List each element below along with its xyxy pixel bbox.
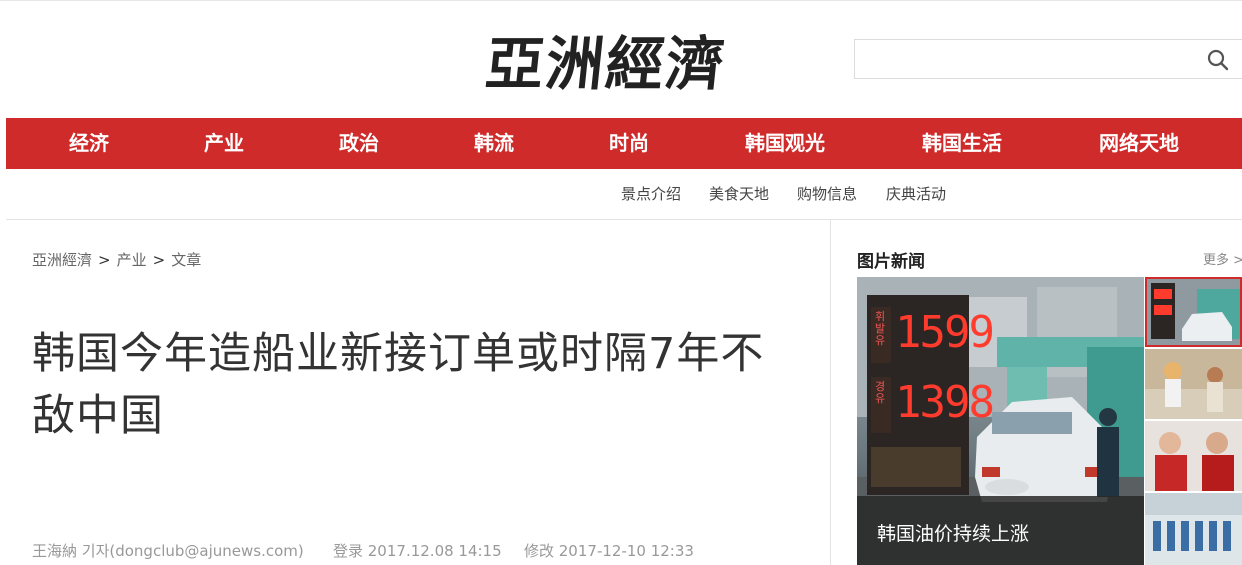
nav-item-economy[interactable]: 经济 — [47, 118, 131, 169]
article-published: 登录 2017.12.08 14:15 — [333, 542, 502, 560]
nav-item-fashion[interactable]: 时尚 — [587, 118, 671, 169]
site-logo[interactable]: 亞洲經濟 — [482, 24, 766, 104]
breadcrumb-separator: > — [98, 251, 111, 269]
article-modified: 修改 2017-12-10 12:33 — [524, 542, 694, 560]
divider — [6, 219, 1242, 220]
thumbnail-image — [1145, 493, 1242, 565]
nav-item-tourism[interactable]: 韩国观光 — [734, 118, 836, 169]
photo-caption[interactable]: 韩国油价持续上涨 — [877, 519, 1029, 546]
nav-item-hallyu[interactable]: 韩流 — [452, 118, 536, 169]
thumbnail-group[interactable] — [1145, 493, 1242, 565]
subnav-item-shopping[interactable]: 购物信息 — [797, 183, 857, 205]
thumbnail-image — [1145, 349, 1242, 419]
featured-photo[interactable]: 휘발유 1599 경유 1398 韩国油价持续上涨 — [857, 277, 1144, 565]
nav-item-politics[interactable]: 政治 — [317, 118, 401, 169]
photo-news-heading: 图片新闻 — [857, 252, 925, 272]
search-box[interactable] — [854, 39, 1242, 79]
breadcrumb-home[interactable]: 亞洲經濟 — [32, 251, 92, 269]
top-border — [0, 0, 1242, 1]
search-icon[interactable] — [1207, 49, 1229, 71]
nav-item-life[interactable]: 韩国生活 — [911, 118, 1013, 169]
thumbnail-torch[interactable] — [1145, 349, 1242, 419]
main-nav: 经济 产业 政治 韩流 时尚 韩国观光 韩国生活 网络天地 — [6, 118, 1242, 169]
nav-item-internet[interactable]: 网络天地 — [1088, 118, 1190, 169]
sign-price-bottom: 1398 — [895, 377, 995, 428]
column-divider — [830, 220, 831, 565]
breadcrumb-current: 文章 — [171, 251, 202, 269]
subnav-item-attractions[interactable]: 景点介绍 — [621, 183, 681, 205]
subnav-item-food[interactable]: 美食天地 — [709, 183, 769, 205]
thumbnail-people[interactable] — [1145, 421, 1242, 491]
sign-label-bottom: 경유 — [875, 380, 886, 405]
article-author: 王海納 기자(dongclub@ajunews.com) — [32, 542, 304, 560]
article-title: 韩国今年造船业新接订单或时隔7年不敌中国 — [32, 329, 765, 441]
breadcrumb-separator: > — [152, 251, 166, 269]
thumbnail-image — [1145, 421, 1242, 491]
sign-label-top: 휘발유 — [875, 310, 886, 347]
thumbnail-image — [1147, 279, 1240, 345]
sign-price-top: 1599 — [895, 307, 995, 358]
search-input[interactable] — [863, 46, 1193, 72]
nav-item-industry[interactable]: 产业 — [182, 118, 266, 169]
thumbnail-gas-station[interactable] — [1145, 277, 1242, 347]
breadcrumb-section[interactable]: 产业 — [117, 251, 147, 269]
breadcrumb: 亞洲經濟 > 产业 > 文章 — [32, 249, 201, 270]
subnav-item-festivals[interactable]: 庆典活动 — [886, 183, 946, 205]
more-link[interactable]: 更多 > — [1203, 249, 1242, 268]
